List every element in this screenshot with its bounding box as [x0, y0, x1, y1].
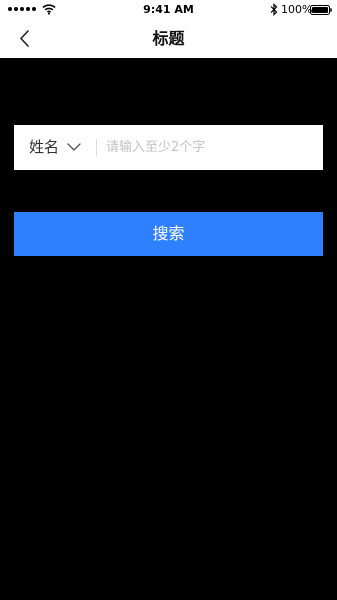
screen: 9:41 AM 100% 标题 姓名 搜索: [0, 0, 337, 600]
chevron-left-icon: [20, 30, 29, 47]
search-button[interactable]: 搜索: [14, 212, 323, 256]
status-bar: 9:41 AM 100%: [0, 0, 337, 20]
bluetooth-icon: [270, 3, 278, 16]
nav-bar: 标题: [0, 20, 337, 58]
search-row: 姓名: [14, 125, 323, 170]
battery-percentage: 100%: [281, 3, 313, 16]
chevron-down-icon: [67, 143, 81, 151]
search-input[interactable]: [106, 125, 316, 170]
battery-icon: [310, 5, 332, 15]
field-select-label: 姓名: [29, 138, 60, 156]
field-select[interactable]: 姓名: [14, 125, 98, 170]
divider: [96, 139, 97, 156]
page-title: 标题: [152, 29, 185, 48]
back-button[interactable]: [12, 26, 38, 52]
